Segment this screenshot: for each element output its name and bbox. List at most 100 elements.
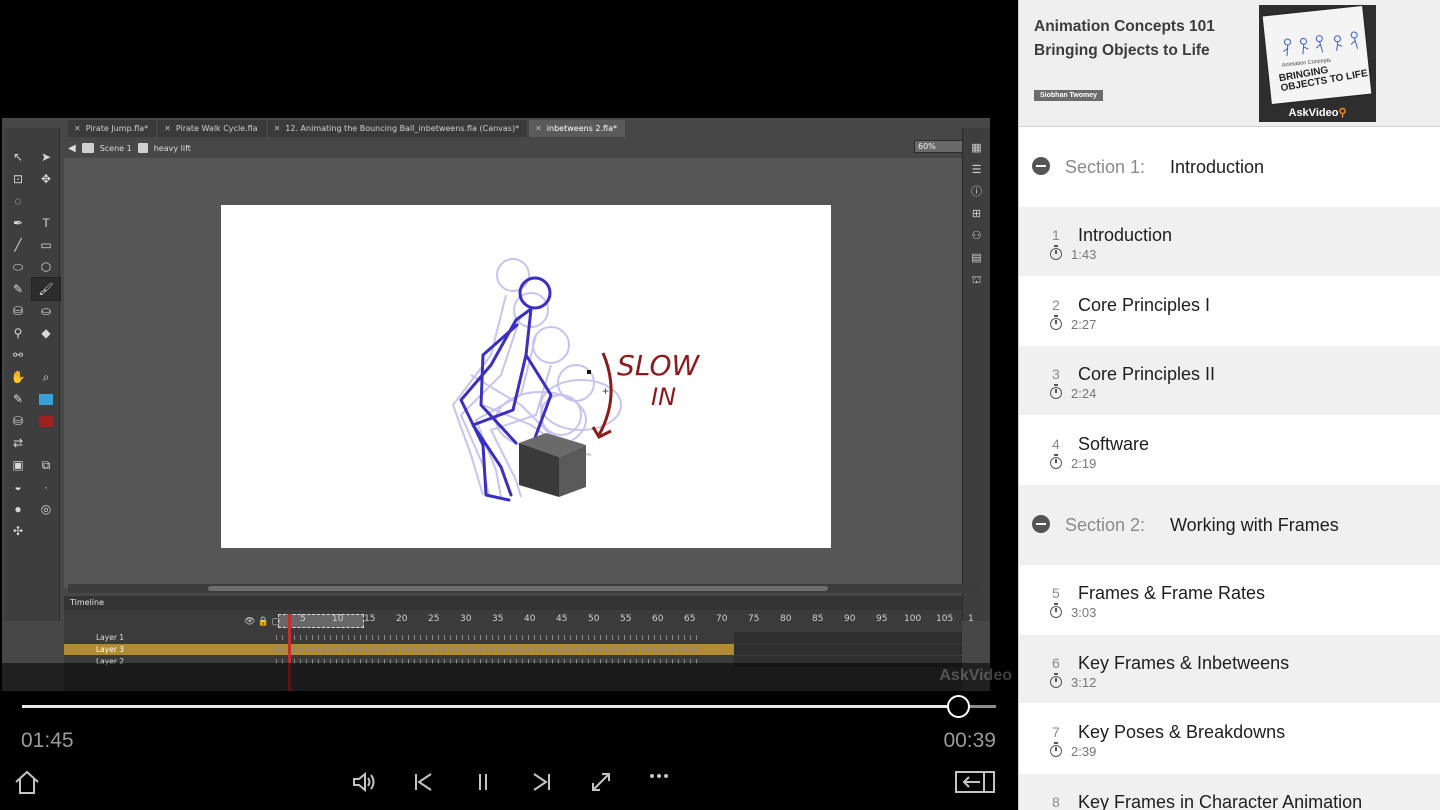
stopwatch-icon: [1050, 672, 1062, 688]
stage-canvas: SLOW IN +: [221, 205, 831, 548]
timeline-layer: Layer 1: [64, 632, 962, 643]
lesson-number: 6: [1052, 654, 1060, 671]
pen-icon: ✒: [12, 216, 24, 230]
stopwatch-icon: [1050, 603, 1062, 618]
progress-bar[interactable]: [22, 695, 996, 718]
lesson-title: Software: [1078, 433, 1150, 454]
tools-panel: ↖ ➤ ⊡ ✥ ◌ ✒ T ╱ ▭ ⬭ ⬡ ✎ 🖌 ⛁ ⛀ ⚲ ◆ ⚯ ✋ ⌕ …: [4, 128, 61, 621]
exit-panel-icon: [955, 771, 995, 793]
selection-tool-icon: ↖: [12, 150, 24, 164]
lesson-item[interactable]: 1 Introduction 1:43: [1019, 207, 1440, 277]
brush-shape-icon: ●: [14, 502, 22, 516]
pause-button[interactable]: [469, 767, 497, 797]
video-frame: ✕ Pirate Jump.fla* ✕ Pirate Walk Cycle.fla…: [2, 118, 990, 691]
stopwatch-icon: [1050, 384, 1062, 399]
history-icon: ⛫: [971, 274, 982, 286]
rectangle-icon: ▭: [40, 238, 52, 252]
course-title: Animation Concepts 101: [1034, 18, 1215, 35]
line-icon: ╱: [14, 238, 22, 252]
time-elapsed: 01:45: [21, 729, 74, 752]
more-button[interactable]: [645, 761, 673, 791]
brush-icon: 🖌: [31, 277, 61, 301]
brush-mode-icon: ◒: [14, 480, 22, 494]
fullscreen-button[interactable]: [587, 767, 615, 797]
lesson-item[interactable]: 8 Key Frames in Character Animation: [1019, 773, 1440, 810]
progress-knob[interactable]: [947, 695, 970, 718]
document-tabs: ✕ Pirate Jump.fla* ✕ Pirate Walk Cycle.fla…: [68, 120, 990, 137]
stopwatch-icon: [1050, 453, 1062, 469]
player-overlay: AskVideo: [0, 663, 1018, 691]
collapse-icon[interactable]: [1032, 515, 1050, 533]
lasso-icon: ◌: [14, 194, 22, 208]
free-transform-icon: ⊡: [12, 172, 24, 186]
fill-color-icon: ⛁: [12, 414, 24, 428]
stopwatch-icon: [1050, 314, 1062, 330]
lesson-item[interactable]: 2 Core Principles I 2:27: [1019, 276, 1440, 346]
3d-rotation-icon: ✥: [40, 172, 52, 186]
scene-icon: [81, 143, 94, 153]
lesson-duration: 1:43: [1071, 247, 1097, 262]
volume-button[interactable]: [349, 767, 379, 797]
next-button[interactable]: [528, 767, 556, 797]
stage-hscrollbar: [68, 584, 980, 593]
doc-tab-active: ✕ inbetweens 2.fla*: [529, 120, 625, 137]
section-header[interactable]: Section 2: Working with Frames: [1019, 485, 1440, 565]
lock-icon: 👁 🔒 ▢: [244, 616, 281, 626]
pause-icon: [479, 774, 487, 790]
player-controls: 01:45 00:39: [0, 691, 1018, 810]
cover-sketch: [1283, 31, 1359, 57]
lesson-title: Core Principles II: [1078, 364, 1216, 384]
symbol-icon: [137, 143, 148, 153]
course-sidebar: Animation Concepts 101 Bringing Objects …: [1018, 0, 1440, 810]
fullscreen-icon: [592, 773, 610, 791]
watermark: AskVideo: [939, 667, 1012, 684]
lesson-item[interactable]: 6 Key Frames & Inbetweens 3:12: [1019, 634, 1440, 704]
character-sketch: SLOW IN +: [451, 258, 701, 502]
previous-icon: [415, 773, 432, 791]
pressure-icon: ◎: [40, 502, 52, 516]
lesson-duration: 3:12: [1071, 674, 1097, 690]
ink-bottle-icon: ⛀: [40, 304, 52, 318]
section-name: Introduction: [1170, 157, 1265, 177]
scene-label: Scene 1: [99, 143, 132, 153]
stopwatch-icon: [1050, 742, 1062, 757]
lesson-item[interactable]: 5 Frames & Frame Rates 3:03: [1019, 565, 1440, 635]
timeline-title: Timeline: [64, 596, 962, 610]
exit-panel-button[interactable]: [953, 767, 997, 797]
zoom-icon: ⌕: [42, 369, 50, 384]
lesson-item[interactable]: 3 Core Principles II 2:24: [1019, 346, 1440, 416]
lesson-number: 3: [1052, 366, 1060, 382]
components-icon: ▤: [971, 252, 982, 264]
panels-strip: ▦ ☰ ⓘ ⊞ ⚇ ▤ ⛫: [962, 128, 990, 621]
section-label: Section 2:: [1065, 515, 1146, 535]
lesson-title: Key Frames in Character Animation: [1078, 791, 1363, 810]
lesson-title: Frames & Frame Rates: [1078, 583, 1266, 603]
home-button[interactable]: [12, 767, 42, 797]
lesson-item[interactable]: 4 Software 2:19: [1019, 415, 1440, 485]
section-header[interactable]: Section 1: Introduction: [1019, 127, 1440, 207]
hand-icon: ✋: [10, 370, 26, 384]
stroke-color-icon: ✎: [12, 392, 24, 406]
lesson-number: 1: [1052, 227, 1060, 243]
lesson-number: 4: [1052, 435, 1060, 452]
time-remaining: 00:39: [943, 729, 996, 752]
video-player[interactable]: ✕ Pirate Jump.fla* ✕ Pirate Walk Cycle.fla…: [0, 0, 1018, 810]
next-icon: [533, 773, 550, 791]
brush-size-icon: ·: [44, 480, 48, 494]
symbol-label: heavy lift: [153, 143, 191, 153]
stroke-swatch: [32, 388, 60, 410]
eyedropper-icon: ⚲: [13, 326, 23, 340]
home-icon: [15, 770, 39, 794]
lesson-item[interactable]: 7 Key Poses & Breakdowns 2:39: [1019, 704, 1440, 774]
text-tool-icon: T: [42, 216, 50, 230]
lesson-number: 5: [1052, 585, 1060, 601]
lesson-title: Key Poses & Breakdowns: [1078, 722, 1286, 742]
align-icon: ☰: [971, 164, 982, 176]
previous-button[interactable]: [409, 767, 437, 797]
collapse-icon[interactable]: [1032, 157, 1050, 175]
lesson-number: 7: [1052, 724, 1060, 740]
doc-tab: ✕ 12. Animating the Bouncing Ball_inbetwe…: [267, 120, 528, 137]
cover-paper: Animation Concepts BRINGING OBJECTS TO L…: [1262, 6, 1372, 104]
lesson-title: Core Principles I: [1078, 294, 1211, 315]
fill-swatch: [32, 410, 60, 432]
